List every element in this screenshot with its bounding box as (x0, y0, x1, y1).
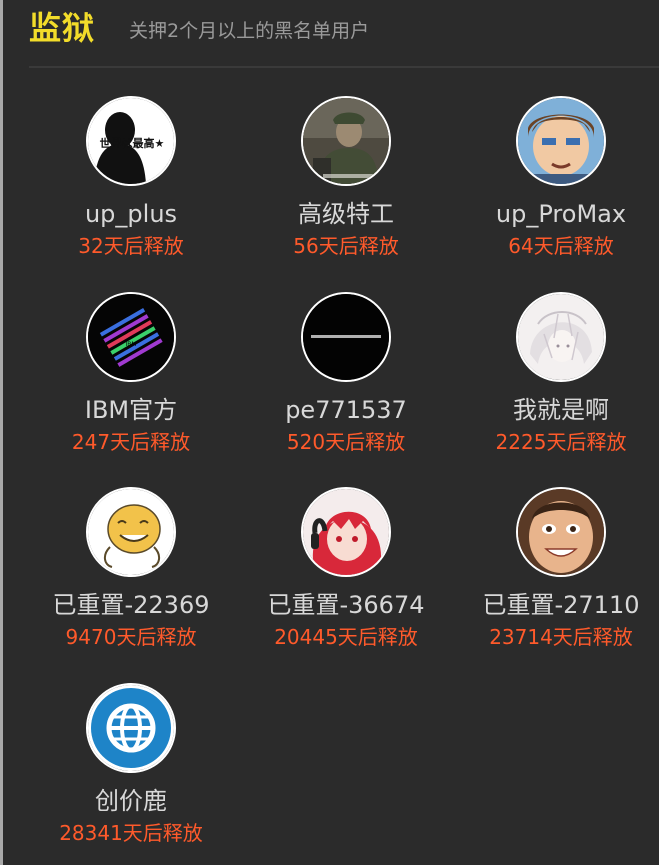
avatar[interactable] (86, 487, 176, 577)
user-card[interactable]: IBM IBM官方 247天后释放 (31, 292, 231, 462)
username[interactable]: 已重置-22369 (31, 590, 231, 620)
globe-icon (88, 685, 174, 771)
avatar[interactable] (516, 96, 606, 186)
user-card[interactable]: 高级特工 56天后释放 (246, 96, 446, 266)
user-card[interactable]: 已重置-27110 23714天后释放 (461, 487, 659, 657)
user-card[interactable]: 我就是啊 2225天后释放 (461, 292, 659, 462)
user-card[interactable]: 已重置-36674 20445天后释放 (246, 487, 446, 657)
username[interactable]: 已重置-27110 (461, 590, 659, 620)
release-countdown: 23714天后释放 (489, 625, 633, 649)
avatar-caption: IBM (125, 341, 136, 348)
user-card[interactable]: pe771537 520天后释放 (246, 292, 446, 462)
red-hair-anime-avatar-image (303, 489, 389, 575)
silhouette-avatar-image: 世界は最高★ (88, 98, 174, 184)
release-countdown: 56天后释放 (293, 234, 399, 258)
release-countdown: 32天后释放 (78, 234, 184, 258)
anime-sketch-avatar-image (518, 294, 604, 380)
username[interactable]: pe771537 (246, 395, 446, 425)
jail-page: 监狱 关押2个月以上的黑名单用户 世界は最高★ up_plus 32天后释放 高… (0, 0, 659, 865)
soldier-photo-avatar-image (303, 98, 389, 184)
smiling-face-avatar-image (518, 489, 604, 575)
username[interactable]: 我就是啊 (461, 395, 659, 425)
anime-man-avatar-image (518, 98, 604, 184)
avatar[interactable] (516, 292, 606, 382)
username[interactable]: 创价鹿 (31, 786, 231, 816)
page-subtitle: 关押2个月以上的黑名单用户 (129, 20, 370, 42)
user-card[interactable]: 世界は最高★ up_plus 32天后释放 (31, 96, 231, 266)
page-header: 监狱 关押2个月以上的黑名单用户 (3, 0, 659, 66)
username[interactable]: 高级特工 (246, 199, 446, 229)
header-divider (29, 66, 659, 68)
avatar[interactable] (516, 487, 606, 577)
user-card[interactable]: up_ProMax 64天后释放 (461, 96, 659, 266)
release-countdown: 247天后释放 (71, 430, 191, 454)
username[interactable]: up_ProMax (461, 199, 659, 229)
release-countdown: 64天后释放 (508, 234, 614, 258)
username[interactable]: up_plus (31, 199, 231, 229)
ibm-logo-avatar-image: IBM (88, 294, 174, 380)
user-card[interactable]: 已重置-22369 9470天后释放 (31, 487, 231, 657)
release-countdown: 20445天后释放 (274, 625, 418, 649)
black-text-avatar-image (303, 294, 389, 380)
release-countdown: 9470天后释放 (65, 625, 197, 649)
avatar[interactable]: IBM (86, 292, 176, 382)
username[interactable]: IBM官方 (31, 395, 231, 425)
avatar[interactable] (301, 487, 391, 577)
username[interactable]: 已重置-36674 (246, 590, 446, 620)
avatar[interactable] (301, 96, 391, 186)
avatar-caption: 世界は最高★ (100, 136, 165, 150)
release-countdown: 28341天后释放 (59, 821, 203, 845)
release-countdown: 2225天后释放 (495, 430, 627, 454)
avatar[interactable]: 世界は最高★ (86, 96, 176, 186)
release-countdown: 520天后释放 (286, 430, 406, 454)
avatar[interactable] (86, 683, 176, 773)
yellow-emoji-avatar-image (88, 489, 174, 575)
avatar[interactable] (301, 292, 391, 382)
page-title: 监狱 (29, 9, 96, 47)
user-card[interactable]: 创价鹿 28341天后释放 (31, 683, 231, 853)
